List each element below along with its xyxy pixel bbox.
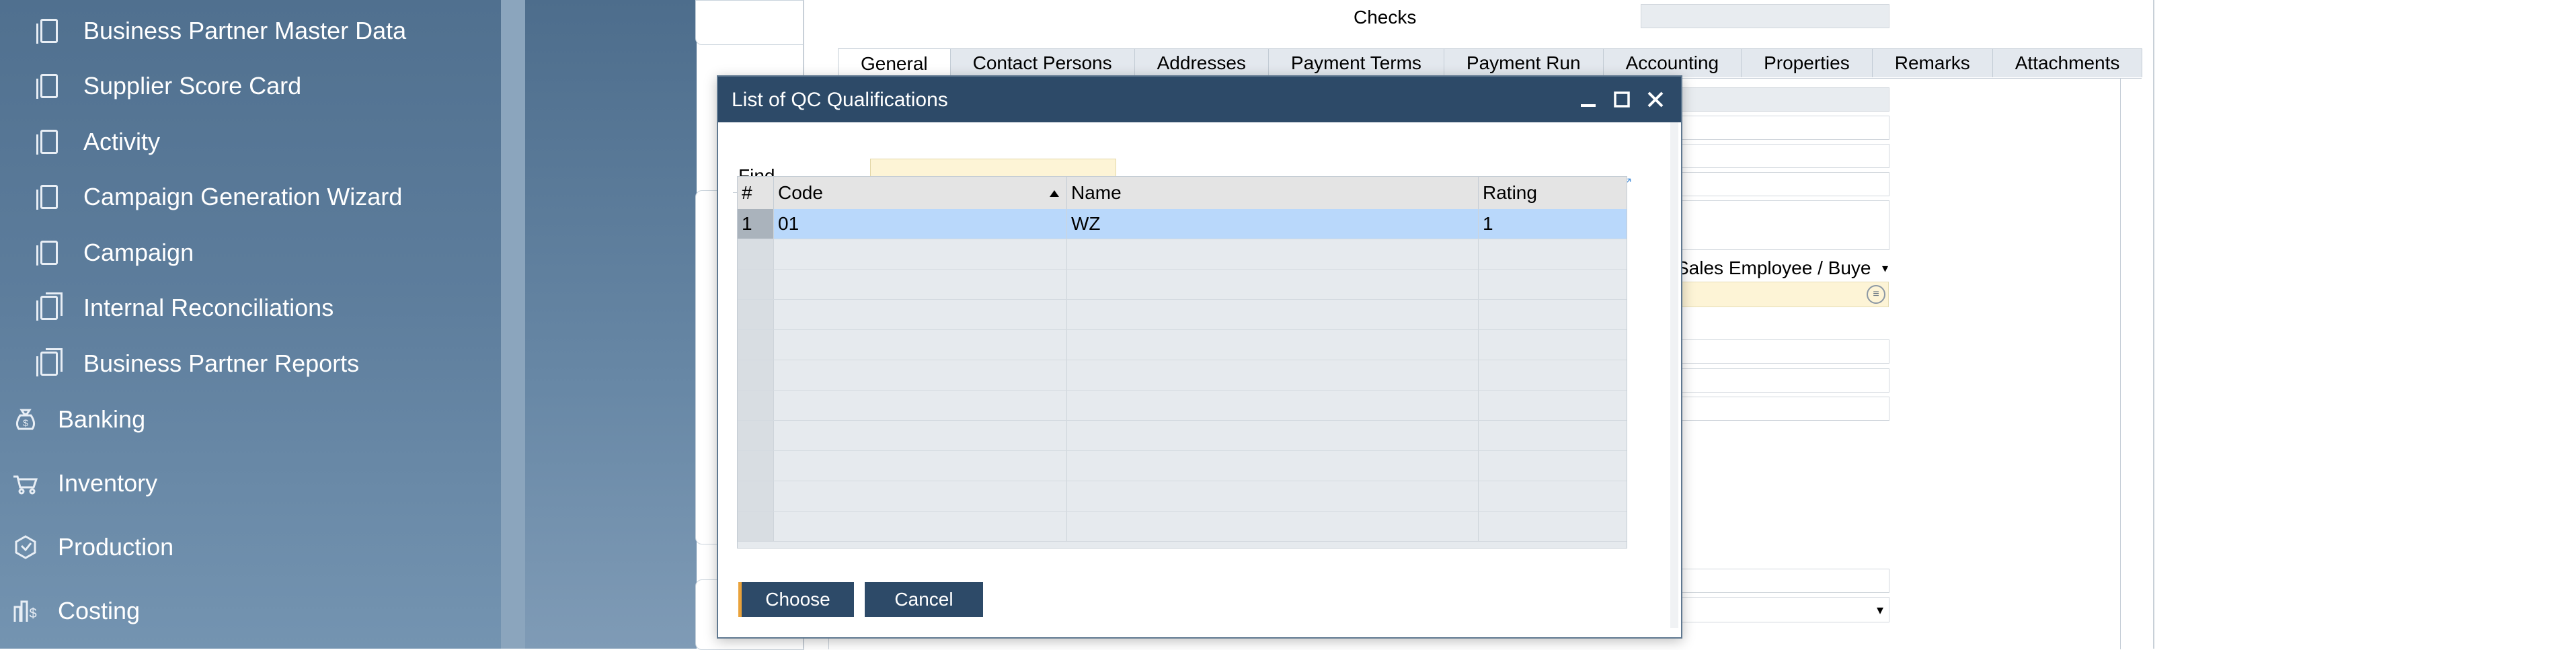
menu-item-internal-reconciliations[interactable]: Internal Reconciliations (36, 288, 334, 328)
cancel-button[interactable]: Cancel (865, 582, 983, 617)
document-icon (36, 74, 58, 99)
production-icon (11, 532, 40, 562)
menu-item-label: Campaign (83, 239, 194, 266)
empty-row (738, 421, 1627, 451)
workspace-background (525, 0, 697, 649)
module-label: Costing (58, 597, 141, 624)
tab-addresses[interactable]: Addresses (1134, 48, 1269, 77)
module-inventory[interactable]: Inventory (11, 460, 157, 507)
tab-payment-terms[interactable]: Payment Terms (1267, 48, 1444, 77)
module-label: Inventory (58, 469, 158, 497)
main-menu-sidebar: Business Partner Master Data Supplier Sc… (0, 0, 501, 649)
menu-item-label: Business Partner Master Data (83, 17, 407, 44)
menu-item-business-partner-master-data[interactable]: Business Partner Master Data (36, 11, 407, 51)
sales-employee-label: Sales Employee / Buyer (1676, 257, 1871, 278)
module-label: Production (58, 533, 174, 561)
menu-item-label: Supplier Score Card (83, 72, 302, 99)
document-icon (36, 241, 58, 266)
tab-payment-run[interactable]: Payment Run (1443, 48, 1604, 77)
tab-attachments[interactable]: Attachments (1992, 48, 2143, 77)
dialog-scrollbar[interactable] (1670, 122, 1678, 628)
menu-item-label: Activity (83, 128, 161, 155)
qualifications-grid: # Code Name Rating 1 01 WZ 1 (737, 176, 1627, 549)
checks-label: Checks (1354, 7, 1417, 28)
sales-employee-input[interactable]: ≡ (1676, 282, 1889, 307)
chevron-down-icon: ▾ (1881, 261, 1888, 275)
money-bag-icon: $ (11, 405, 40, 434)
document-icon (36, 130, 58, 155)
menu-item-campaign-generation-wizard[interactable]: Campaign Generation Wizard (36, 177, 403, 217)
grid-header: # Code Name Rating (738, 177, 1627, 210)
module-label: Banking (58, 405, 146, 433)
cart-icon (11, 469, 40, 498)
form-tabs: General Contact Persons Addresses Paymen… (838, 48, 2143, 79)
menu-item-label: Internal Reconciliations (83, 294, 334, 321)
document-icon (36, 185, 58, 210)
empty-row (738, 360, 1627, 391)
tab-general[interactable]: General (838, 48, 951, 79)
choose-button[interactable]: Choose (738, 582, 854, 617)
svg-text:$: $ (23, 417, 28, 428)
cell-code: 01 (774, 209, 1067, 239)
menu-item-label: Campaign Generation Wizard (83, 183, 403, 210)
module-costing[interactable]: $ Costing (11, 587, 140, 635)
tab-contact-persons[interactable]: Contact Persons (949, 48, 1135, 77)
menu-item-activity[interactable]: Activity (36, 122, 161, 162)
tab-accounting[interactable]: Accounting (1602, 48, 1742, 77)
folder-icon (36, 292, 63, 321)
list-icon[interactable]: ≡ (1867, 285, 1885, 304)
column-header-rating[interactable]: Rating (1479, 177, 1627, 209)
document-icon (36, 19, 58, 44)
table-row[interactable]: 1 01 WZ 1 (738, 209, 1627, 239)
sales-employee-dropdown[interactable]: Sales Employee / Buyer ▾ (1676, 255, 1888, 281)
sidebar-splitter[interactable] (501, 0, 525, 649)
empty-row (738, 300, 1627, 330)
cell-name: WZ (1067, 209, 1479, 239)
maximize-icon[interactable] (1607, 85, 1637, 114)
column-header-rownum[interactable]: # (738, 177, 774, 209)
dialog-title: List of QC Qualifications (732, 89, 948, 111)
column-header-code[interactable]: Code (774, 177, 1067, 209)
checks-field (1641, 4, 1889, 28)
close-icon[interactable] (1641, 85, 1670, 114)
module-production[interactable]: Production (11, 524, 173, 571)
tab-remarks[interactable]: Remarks (1871, 48, 1993, 77)
empty-row (738, 512, 1627, 542)
empty-row (738, 330, 1627, 360)
menu-item-label: Business Partner Reports (83, 350, 360, 377)
column-header-name[interactable]: Name (1067, 177, 1479, 209)
cell-rating: 1 (1483, 213, 1493, 234)
qc-qualifications-dialog: List of QC Qualifications Find ↗ # Code … (717, 75, 1682, 639)
side-panel-card (695, 0, 804, 45)
svg-text:$: $ (29, 606, 36, 621)
minimize-icon[interactable] (1573, 85, 1603, 114)
row-number: 1 (738, 209, 774, 239)
empty-row (738, 481, 1627, 512)
tab-properties[interactable]: Properties (1741, 48, 1873, 77)
folder-icon (36, 348, 63, 376)
module-banking[interactable]: $ Banking (11, 396, 145, 443)
sort-ascending-icon (1050, 190, 1059, 197)
empty-row (738, 239, 1627, 270)
empty-row (738, 270, 1627, 300)
costing-icon: $ (11, 596, 40, 626)
dialog-titlebar[interactable]: List of QC Qualifications (718, 77, 1681, 122)
menu-item-campaign[interactable]: Campaign (36, 233, 194, 273)
menu-item-business-partner-reports[interactable]: Business Partner Reports (36, 343, 360, 384)
column-header-code-label: Code (778, 182, 823, 203)
chevron-down-icon: ▾ (1876, 602, 1883, 618)
menu-item-supplier-score-card[interactable]: Supplier Score Card (36, 66, 302, 106)
empty-row (738, 391, 1627, 421)
empty-row (738, 451, 1627, 481)
